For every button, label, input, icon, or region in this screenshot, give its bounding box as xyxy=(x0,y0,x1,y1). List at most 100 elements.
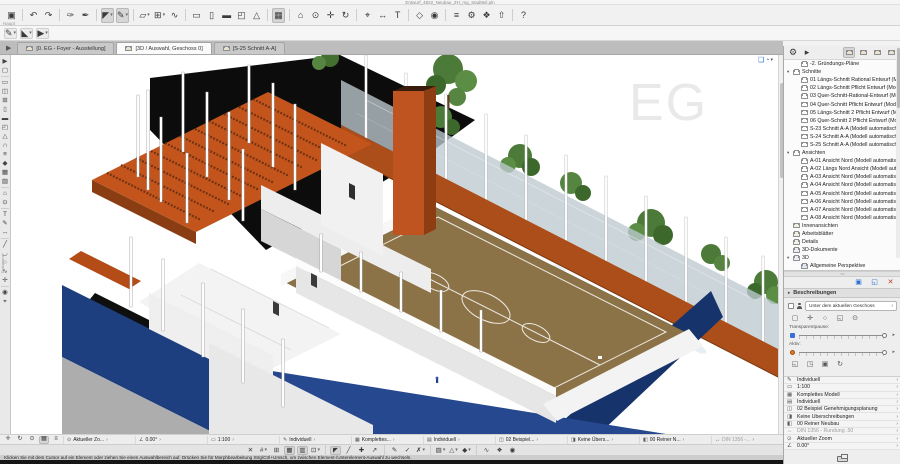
circle-markup-icon[interactable]: ○ xyxy=(820,314,830,323)
navigator-tree-item[interactable]: A-04 Ansicht Nord (Modell automatisch wi… xyxy=(784,181,900,189)
apply-style-icon[interactable]: ◳ xyxy=(805,360,815,369)
roof-tool-icon[interactable]: △ xyxy=(0,132,10,141)
markup-settings-icon[interactable]: ⊙ xyxy=(850,314,860,323)
hotspot-tool-icon[interactable]: ✛ xyxy=(0,276,10,285)
capture-view-icon[interactable]: ▣ xyxy=(820,360,830,369)
dimension-tool-icon[interactable]: ↔ xyxy=(0,228,10,237)
magic-wand-icon[interactable]: ❖ xyxy=(494,446,505,455)
marker-icon[interactable]: ◇ xyxy=(413,8,426,23)
navigator-tree-item[interactable]: Schnitte xyxy=(784,68,900,76)
pen-icon[interactable]: ✎ xyxy=(389,446,400,455)
marker-checkbox[interactable] xyxy=(788,303,794,309)
navigator-tree-item[interactable]: -2. Gründungs-Pläne xyxy=(784,60,900,68)
navigator-tree-item[interactable]: S-25 Schnitt A-A (Modell automatisch wie… xyxy=(784,141,900,149)
document-tab[interactable]: [3D / Auswahl, Geschoss 0] xyxy=(116,42,211,54)
navigator-tree-item[interactable]: 04 Quer-Schnitt Pflicht Entwurf (Modell … xyxy=(784,100,900,108)
quick-renovation-filter[interactable]: ◧ 00 Reiner Neubau xyxy=(784,421,900,428)
navigator-tree-item[interactable]: Ansichten xyxy=(784,149,900,157)
navigator-tree-item[interactable]: 06 Quer-Schnitt 2 Pflicht Entwurf (Model… xyxy=(784,117,900,125)
circle-tool-icon[interactable]: ○ xyxy=(0,258,10,267)
navigator-tree-item[interactable]: 03 Quer-Schnitt-Rational-Entwurf (Modell… xyxy=(784,92,900,100)
navigator-tree-item[interactable]: 05 Längs-Schnitt 2 Pflicht Entwurf (Mode… xyxy=(784,109,900,117)
snap-guides-icon[interactable]: ▦ xyxy=(284,446,295,455)
zone-tool-icon[interactable]: ▨ xyxy=(0,177,10,186)
navigator-tree-item[interactable]: Allgemeine Perspektive xyxy=(784,262,900,270)
coordinate-grid-icon[interactable]: ⊞ xyxy=(271,446,282,455)
confirm-icon[interactable]: ✓ xyxy=(402,446,413,455)
project-map-button[interactable] xyxy=(843,47,855,58)
bottom-dimension[interactable]: ↔ DIN 1356 -... xyxy=(711,436,783,444)
gravity-icon[interactable]: ∿ xyxy=(168,8,181,23)
navigator-tree-item[interactable]: A-05 Ansicht Nord (Modell automatisch wi… xyxy=(784,190,900,198)
bottom-model-filter[interactable]: ▦ Komplettes... xyxy=(351,436,423,444)
active-slider-thumb[interactable] xyxy=(882,350,887,355)
quick-layer-individuell[interactable]: ▤ Individuell xyxy=(784,399,900,406)
text-tool-icon[interactable]: T xyxy=(0,210,10,219)
spline-icon[interactable]: ∿ xyxy=(481,446,492,455)
layers-icon[interactable]: ≡ xyxy=(450,8,463,23)
navigator-tree-item[interactable]: Arbeitsblätter xyxy=(784,230,900,238)
3d-viewport[interactable]: EG xyxy=(11,55,783,434)
mesh-tool-icon[interactable]: ▦ xyxy=(0,168,10,177)
zoom-mini-icon[interactable]: ⊙ xyxy=(27,436,37,444)
grid-display-icon[interactable]: ▦ xyxy=(272,8,285,23)
label-tool-icon[interactable]: ✎ xyxy=(0,219,10,228)
slider-track[interactable] xyxy=(799,335,885,339)
document-tab[interactable]: [0. EG - Foyer - Ausstellung] xyxy=(17,42,114,54)
navigator-tree-item[interactable]: A-03 Ansicht Nord (Modell automatisch wi… xyxy=(784,173,900,181)
roof-icon[interactable]: △ xyxy=(250,8,263,23)
camera-icon[interactable]: ◉ xyxy=(428,8,441,23)
section-marker-icon[interactable]: ⌖ xyxy=(361,8,374,23)
quick-pen-individuell[interactable]: ✎ Individuell xyxy=(784,377,900,384)
tabbar-pointer-icon[interactable]: ▶ xyxy=(6,44,11,52)
text-icon[interactable]: T xyxy=(391,8,404,23)
door-tool-icon[interactable]: ◫ xyxy=(0,87,10,96)
layout-mini-icon[interactable]: ▦ xyxy=(39,436,49,444)
bottom-layer-combo[interactable]: ◫ 02 Beispiel... xyxy=(495,436,567,444)
object-tool-icon[interactable]: ⌂ xyxy=(0,189,10,198)
document-tab[interactable]: [S-25 Schnitt A-A] xyxy=(214,42,285,54)
undo-icon[interactable]: ↶ xyxy=(27,8,40,23)
layout-book-button[interactable] xyxy=(871,47,883,58)
layer-settings-icon[interactable]: ▱ xyxy=(138,8,151,23)
bottom-scale[interactable]: ▭ 1:100 xyxy=(207,436,279,444)
redo-icon[interactable]: ↷ xyxy=(42,8,55,23)
arc-tool-icon[interactable]: ◡ xyxy=(0,249,10,258)
navigator-tree-item[interactable]: A-08 Ansicht Nord (Modell automatisch wi… xyxy=(784,214,900,222)
navigator-tree-item[interactable]: 01 Längs-Schnitt Rational Entwurf (Model… xyxy=(784,76,900,84)
tree-scrollbar[interactable] xyxy=(896,46,900,258)
column-icon[interactable]: ▯ xyxy=(205,8,218,23)
pickup-parameters-icon[interactable]: ✑ xyxy=(64,8,77,23)
slider-stepper-icon[interactable]: ▸ xyxy=(892,332,895,338)
snap-grid-icon[interactable]: ⊞ xyxy=(153,8,166,23)
fit-in-window-icon[interactable]: ⌂ xyxy=(294,8,307,23)
marquee-tool-icon[interactable]: ▢ xyxy=(0,66,10,75)
navigator-tree-item[interactable]: A-07 Ansicht Nord (Modell automatisch wi… xyxy=(784,206,900,214)
copy-markup-icon[interactable]: ◱ xyxy=(835,314,845,323)
bottom-pen[interactable]: ✎ Individuell xyxy=(279,436,351,444)
navigator-tree-item[interactable]: Innenansichten xyxy=(784,222,900,230)
navigator-tree-item[interactable]: S-23 Schnitt A-A (Modell automatisch wie… xyxy=(784,125,900,133)
expand-arrow-icon[interactable] xyxy=(787,69,791,75)
view-options-toolbar[interactable]: ❏ ◔ ▾ xyxy=(758,56,773,64)
navigator-tree-item[interactable]: S-24 Schnitt A-A (Modell automatisch wie… xyxy=(784,133,900,141)
slab-icon[interactable]: ◰ xyxy=(235,8,248,23)
wall-icon[interactable]: ▭ xyxy=(190,8,203,23)
window-tool-icon[interactable]: ⊞ xyxy=(0,96,10,105)
orbit-icon[interactable]: ↻ xyxy=(339,8,352,23)
tool-default-icon[interactable]: ◣ xyxy=(20,28,33,39)
shell-tool-icon[interactable]: ∩ xyxy=(0,141,10,150)
beschreibungen-header[interactable]: ▸ Beschreibungen xyxy=(784,288,900,298)
grid-snap-toggle-icon[interactable]: # xyxy=(258,446,269,455)
navigator-tree-item[interactable]: A-01 Ansicht Nord (Modell automatisch wi… xyxy=(784,157,900,165)
settings-icon[interactable]: ⚙ xyxy=(465,8,478,23)
morph-tool-icon[interactable]: ◆ xyxy=(0,159,10,168)
update-view-icon[interactable]: ↻ xyxy=(835,360,845,369)
floor-filter-dropdown[interactable]: Unter dem aktuellen Geschoss xyxy=(805,301,897,311)
cursor-snap-icon[interactable]: ▶ xyxy=(36,28,49,39)
quick-overrides[interactable]: ◨ Keine Überschreibungen xyxy=(784,413,900,420)
publish-icon[interactable]: ⇧ xyxy=(495,8,508,23)
add-highlight-icon[interactable]: ✛ xyxy=(805,314,815,323)
quick-scale[interactable]: ▭ 1:100 xyxy=(784,384,900,391)
quick-rotation[interactable]: ∠ 0.00° xyxy=(784,443,900,450)
